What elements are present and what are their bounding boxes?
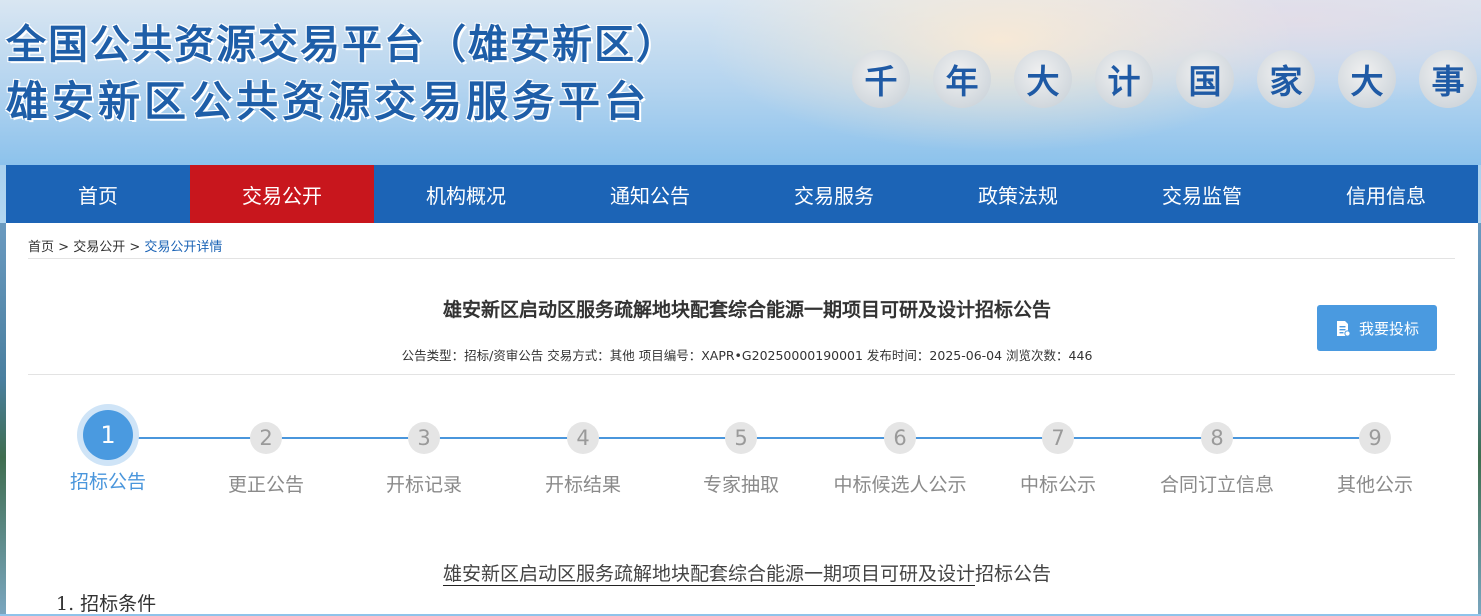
site-title-line2: 雄安新区公共资源交易服务平台 xyxy=(6,77,651,126)
breadcrumb-section[interactable]: 交易公开 xyxy=(73,240,125,255)
slogan-char: 年 xyxy=(933,50,991,108)
step-opening-record[interactable]: 3 开标记录 xyxy=(344,416,504,497)
divider xyxy=(28,374,1455,375)
divider xyxy=(28,258,1455,259)
step-label: 专家抽取 xyxy=(702,474,779,496)
step-number: 9 xyxy=(1359,422,1391,454)
nav-item-trading-services[interactable]: 交易服务 xyxy=(742,165,926,223)
site-title-line1: 全国公共资源交易平台（雄安新区） xyxy=(6,22,678,68)
bid-button[interactable]: 我要投标 xyxy=(1317,305,1437,351)
document-title-underlined: 雄安新区启动区服务疏解地块配套综合能源一期项目可研及设计 xyxy=(442,563,975,585)
slogan-char: 家 xyxy=(1257,50,1315,108)
breadcrumb-separator: > xyxy=(54,240,74,255)
nav-item-home[interactable]: 首页 xyxy=(6,165,190,223)
header-banner: 全国公共资源交易平台（雄安新区） 雄安新区公共资源交易服务平台 千 年 大 计 … xyxy=(0,0,1481,165)
step-expert-selection[interactable]: 5 专家抽取 xyxy=(661,416,821,497)
notice-title: 雄安新区启动区服务疏解地块配套综合能源一期项目可研及设计招标公告 xyxy=(442,299,1051,321)
step-number: 4 xyxy=(567,422,599,454)
nav-item-policies[interactable]: 政策法规 xyxy=(926,165,1110,223)
step-label: 其他公示 xyxy=(1336,474,1413,496)
step-label: 开标结果 xyxy=(544,474,621,496)
step-number: 6 xyxy=(884,422,916,454)
step-award-publicity[interactable]: 7 中标公示 xyxy=(978,416,1138,497)
step-number: 5 xyxy=(725,422,757,454)
step-label: 更正公告 xyxy=(227,474,304,496)
step-other-publicity[interactable]: 9 其他公示 xyxy=(1295,416,1455,497)
bid-button-label: 我要投标 xyxy=(1358,319,1419,338)
slogan-char: 国 xyxy=(1176,50,1234,108)
section-heading: 1. 招标条件 xyxy=(56,593,157,615)
step-number: 8 xyxy=(1201,422,1233,454)
main-nav: 首页 交易公开 机构概况 通知公告 交易服务 政策法规 交易监管 信用信息 xyxy=(6,165,1478,223)
step-label: 合同订立信息 xyxy=(1159,474,1274,496)
step-contract-info[interactable]: 8 合同订立信息 xyxy=(1137,416,1297,497)
breadcrumb-separator: > xyxy=(125,240,145,255)
document-title: 雄安新区启动区服务疏解地块配套综合能源一期项目可研及设计招标公告 xyxy=(6,559,1481,586)
breadcrumb: 首页 > 交易公开 > 交易公开详情 xyxy=(28,236,222,255)
slogan-char: 千 xyxy=(852,50,910,108)
step-bid-notice[interactable]: 1 招标公告 xyxy=(28,410,188,494)
step-label: 招标公告 xyxy=(69,471,146,493)
step-label: 中标候选人公示 xyxy=(833,474,967,496)
slogan: 千 年 大 计 国 家 大 事 xyxy=(852,50,1477,108)
slogan-char: 计 xyxy=(1095,50,1153,108)
step-number: 1 xyxy=(83,410,133,460)
slogan-char: 大 xyxy=(1338,50,1396,108)
content-panel: 首页 > 交易公开 > 交易公开详情 雄安新区启动区服务疏解地块配套综合能源一期… xyxy=(6,223,1481,615)
notice-meta: 公告类型：招标/资审公告 交易方式：其他 项目编号：XAPR•G20250000… xyxy=(401,348,1093,363)
slogan-char: 大 xyxy=(1014,50,1072,108)
step-correction-notice[interactable]: 2 更正公告 xyxy=(186,416,346,497)
nav-item-trading-disclosure[interactable]: 交易公开 xyxy=(190,165,374,223)
nav-item-supervision[interactable]: 交易监管 xyxy=(1110,165,1294,223)
document-icon xyxy=(1336,320,1351,337)
step-number: 2 xyxy=(250,422,282,454)
slogan-char: 事 xyxy=(1419,50,1477,108)
step-number: 7 xyxy=(1042,422,1074,454)
nav-item-credit[interactable]: 信用信息 xyxy=(1294,165,1478,223)
step-label: 中标公示 xyxy=(1019,474,1096,496)
step-label: 开标记录 xyxy=(385,474,462,496)
nav-item-institution[interactable]: 机构概况 xyxy=(374,165,558,223)
nav-item-notices[interactable]: 通知公告 xyxy=(558,165,742,223)
breadcrumb-current: 交易公开详情 xyxy=(144,240,223,255)
step-number: 3 xyxy=(408,422,440,454)
document-title-rest: 招标公告 xyxy=(975,563,1052,585)
breadcrumb-home[interactable]: 首页 xyxy=(28,240,54,255)
step-opening-result[interactable]: 4 开标结果 xyxy=(503,416,663,497)
step-candidate-publicity[interactable]: 6 中标候选人公示 xyxy=(820,416,980,497)
